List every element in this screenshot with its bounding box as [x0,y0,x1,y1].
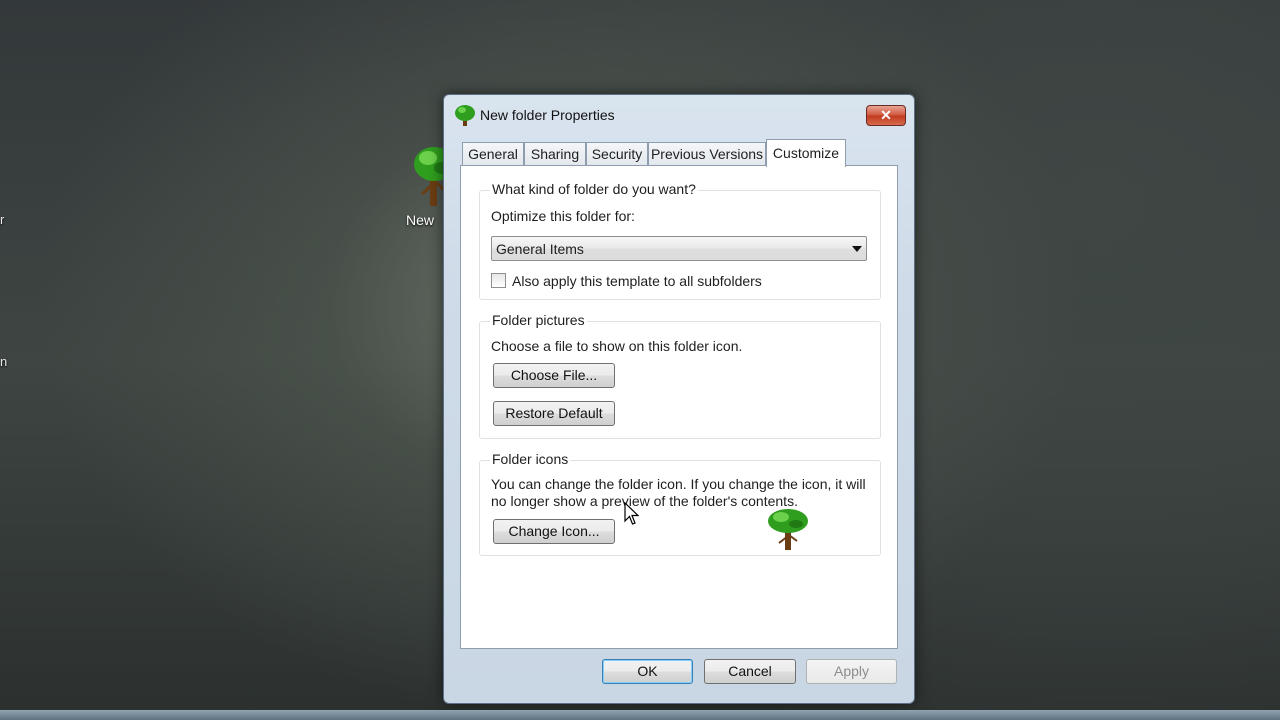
tab-previous-versions[interactable]: Previous Versions [648,142,766,165]
selected-template: General Items [496,241,584,257]
folder-template-select[interactable]: General Items [491,236,867,261]
group-title: What kind of folder do you want? [490,181,698,197]
cancel-button[interactable]: Cancel [704,659,796,684]
tab-customize[interactable]: Customize [766,139,846,167]
mouse-cursor-icon [624,502,640,525]
folder-pictures-description: Choose a file to show on this folder ico… [491,338,743,354]
title-bar[interactable]: New folder Properties ✕ [444,95,914,135]
dialog-title: New folder Properties [480,107,615,123]
apply-button: Apply [806,659,897,684]
close-icon: ✕ [880,107,892,123]
folder-icons-description: You can change the folder icon. If you c… [491,476,866,492]
close-button[interactable]: ✕ [866,105,906,126]
group-title: Folder icons [490,451,571,467]
apply-subfolders-checkbox[interactable] [491,273,506,288]
restore-default-button[interactable]: Restore Default [493,401,615,426]
group-title: Folder pictures [490,312,587,328]
tree-icon [455,105,475,126]
desktop-edge-label: n [0,354,8,369]
choose-file-button[interactable]: Choose File... [493,363,615,388]
optimize-label: Optimize this folder for: [491,208,635,224]
tab-general[interactable]: General [462,142,524,165]
apply-subfolders-label[interactable]: Also apply this template to all subfolde… [512,273,762,289]
tab-security[interactable]: Security [586,142,648,165]
ok-button[interactable]: OK [602,659,693,684]
folder-icons-description: no longer show a preview of the folder's… [491,493,798,509]
tab-sharing[interactable]: Sharing [524,142,586,165]
desktop-edge-label: r [0,212,5,227]
taskbar[interactable] [0,710,1280,720]
tree-icon [768,509,808,550]
change-icon-button[interactable]: Change Icon... [493,519,615,544]
customize-panel: What kind of folder do you want? Optimiz… [460,165,898,649]
desktop-icon-label: New [406,212,435,228]
properties-dialog: New folder Properties ✕ General Sharing … [443,94,915,704]
chevron-down-icon [852,246,862,252]
